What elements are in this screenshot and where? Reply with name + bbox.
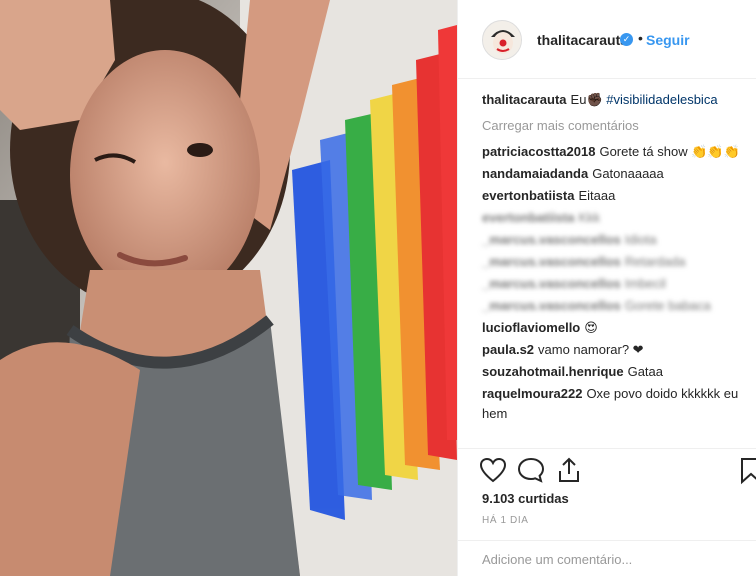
comment-text: Retardada [624, 254, 686, 269]
post-photo[interactable] [0, 0, 457, 576]
comment-text: Gorete babaca [624, 298, 711, 313]
comment-row: _marcus.vasconcellos Idiota [482, 230, 748, 250]
comment-username[interactable]: lucioflaviomello [482, 320, 580, 335]
comment-icon[interactable] [516, 455, 546, 485]
comment-username[interactable]: _marcus.vasconcellos [482, 232, 621, 247]
comment-text: Eitaaa [578, 188, 616, 203]
add-comment-input[interactable]: Adicione um comentário... [482, 552, 632, 567]
comment-text: Imbecil [624, 276, 666, 291]
comments-list: thalitacarauta Eu✊🏿 #visibilidadelesbica … [482, 90, 748, 426]
comment-rows: patriciacostta2018 Gorete tá show 👏👏👏 nand… [482, 142, 748, 424]
post-header: thalitacarauta ✓ • Seguir [458, 0, 756, 79]
caption-username[interactable]: thalitacarauta [482, 92, 567, 107]
caption: thalitacarauta Eu✊🏿 #visibilidadelesbica [482, 90, 748, 110]
comment-row: lucioflaviomello 😍 [482, 318, 748, 338]
comment-username[interactable]: _marcus.vasconcellos [482, 276, 621, 291]
share-icon[interactable] [554, 455, 584, 485]
comment-row: evertonbatiista Eitaaa [482, 186, 748, 206]
comment-text: Idiota [624, 232, 657, 247]
comment-username[interactable]: _marcus.vasconcellos [482, 254, 621, 269]
comment-text: Gataa [627, 364, 663, 379]
comment-text: Gatonaaaaa [592, 166, 664, 181]
caption-hashtag[interactable]: #visibilidadelesbica [606, 92, 717, 107]
comment-username[interactable]: nandamaiadanda [482, 166, 588, 181]
comment-row: _marcus.vasconcellos Imbecil [482, 274, 748, 294]
post-username[interactable]: thalitacarauta [537, 32, 628, 48]
comment-username[interactable]: souzahotmail.henrique [482, 364, 624, 379]
comment-username[interactable]: patriciacostta2018 [482, 144, 595, 159]
clown-avatar-icon [483, 21, 521, 59]
selfie-image [0, 0, 457, 576]
comment-text: 😍 [584, 320, 598, 335]
comment-username[interactable]: evertonbatiista [482, 188, 574, 203]
post-actions: 9.103 curtidas HÁ 1 DIA [458, 448, 756, 539]
add-comment-bar[interactable]: Adicione um comentário... [458, 540, 756, 577]
comment-text: vamo namorar? ❤ [538, 342, 644, 357]
comment-row: raquelmoura222 Oxe povo doido kkkkkk eu h… [482, 384, 748, 424]
heart-icon[interactable] [478, 455, 508, 485]
comment-row: patriciacostta2018 Gorete tá show 👏👏👏 [482, 142, 748, 162]
follow-button[interactable]: Seguir [646, 32, 690, 48]
comment-row: _marcus.vasconcellos Gorete babaca [482, 296, 748, 316]
comment-username[interactable]: _marcus.vasconcellos [482, 298, 621, 313]
comment-username[interactable]: evertonbatiista [482, 210, 574, 225]
caption-text: Eu [570, 92, 587, 107]
verified-icon: ✓ [620, 33, 633, 46]
post-details-panel: thalitacarauta ✓ • Seguir thalitacarauta… [457, 0, 756, 576]
likes-count[interactable]: 9.103 curtidas [482, 491, 569, 506]
load-more-comments[interactable]: Carregar mais comentários [482, 116, 748, 136]
caption-emoji: ✊🏿 [586, 92, 603, 107]
comment-row: paula.s2 vamo namorar? ❤ [482, 340, 748, 360]
comment-row: evertonbatiista Kkk [482, 208, 748, 228]
comment-text: Kkk [578, 210, 601, 225]
comment-text: Gorete tá show 👏👏👏 [599, 144, 740, 159]
bookmark-icon[interactable] [736, 455, 756, 485]
post-timestamp[interactable]: HÁ 1 DIA [482, 515, 528, 526]
comment-row: souzahotmail.henrique Gataa [482, 362, 748, 382]
comment-username[interactable]: raquelmoura222 [482, 386, 582, 401]
comment-row: _marcus.vasconcellos Retardada [482, 252, 748, 272]
comment-username[interactable]: paula.s2 [482, 342, 534, 357]
avatar[interactable] [482, 20, 522, 60]
comment-row: nandamaiadanda Gatonaaaaa [482, 164, 748, 184]
separator-dot: • [638, 30, 643, 46]
